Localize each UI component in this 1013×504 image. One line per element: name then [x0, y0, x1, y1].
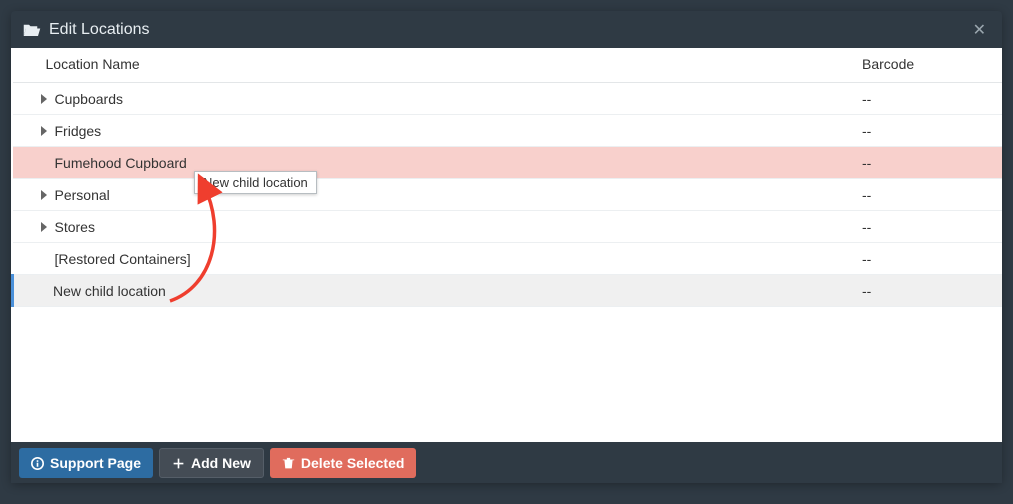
barcode-cell: -- — [852, 115, 1002, 147]
delete-selected-button[interactable]: Delete Selected — [270, 448, 417, 478]
column-header-barcode[interactable]: Barcode — [852, 48, 1002, 83]
edit-locations-dialog: Edit Locations ✕ Location Name Barcode C… — [11, 11, 1002, 483]
location-name: Fridges — [55, 123, 102, 139]
add-new-label: Add New — [191, 455, 251, 471]
table-row[interactable]: Fridges -- — [13, 115, 1003, 147]
dialog-title: Edit Locations — [49, 21, 150, 39]
location-name: Fumehood Cupboard — [55, 155, 187, 171]
locations-table: Location Name Barcode Cupboards--Fridges… — [11, 48, 1002, 307]
barcode-cell: -- — [852, 83, 1002, 115]
chevron-right-icon[interactable] — [37, 92, 51, 106]
barcode-cell: -- — [852, 243, 1002, 275]
location-name: [Restored Containers] — [55, 251, 191, 267]
chevron-right-icon[interactable] — [37, 188, 51, 202]
location-name: Personal — [55, 187, 110, 203]
dialog-body: Location Name Barcode Cupboards--Fridges… — [11, 48, 1002, 442]
barcode-cell: -- — [852, 211, 1002, 243]
table-row[interactable]: New child location -- — [13, 275, 1003, 307]
support-page-label: Support Page — [50, 455, 141, 471]
add-new-button[interactable]: Add New — [159, 448, 264, 478]
context-tooltip: New child location — [194, 171, 317, 194]
location-name: Stores — [55, 219, 95, 235]
location-name: Cupboards — [55, 91, 124, 107]
info-icon — [31, 457, 44, 470]
column-header-name[interactable]: Location Name — [13, 48, 853, 83]
table-row[interactable]: Stores -- — [13, 211, 1003, 243]
plus-icon — [172, 457, 185, 470]
chevron-right-icon[interactable] — [37, 124, 51, 138]
chevron-right-icon[interactable] — [37, 220, 51, 234]
dialog-header: Edit Locations ✕ — [11, 11, 1002, 48]
close-icon[interactable]: ✕ — [969, 16, 990, 44]
barcode-cell: -- — [852, 147, 1002, 179]
delete-selected-label: Delete Selected — [301, 455, 405, 471]
table-row[interactable]: [Restored Containers] -- — [13, 243, 1003, 275]
trash-icon — [282, 457, 295, 470]
dialog-footer: Support Page Add New Delete Selected — [11, 442, 1002, 483]
barcode-cell: -- — [852, 275, 1002, 307]
support-page-button[interactable]: Support Page — [19, 448, 153, 478]
location-name: New child location — [53, 283, 166, 299]
table-row[interactable]: Personal -- — [13, 179, 1003, 211]
folder-open-icon — [23, 22, 41, 38]
table-row[interactable]: Cupboards -- — [13, 83, 1003, 115]
barcode-cell: -- — [852, 179, 1002, 211]
table-row[interactable]: Fumehood Cupboard -- — [13, 147, 1003, 179]
